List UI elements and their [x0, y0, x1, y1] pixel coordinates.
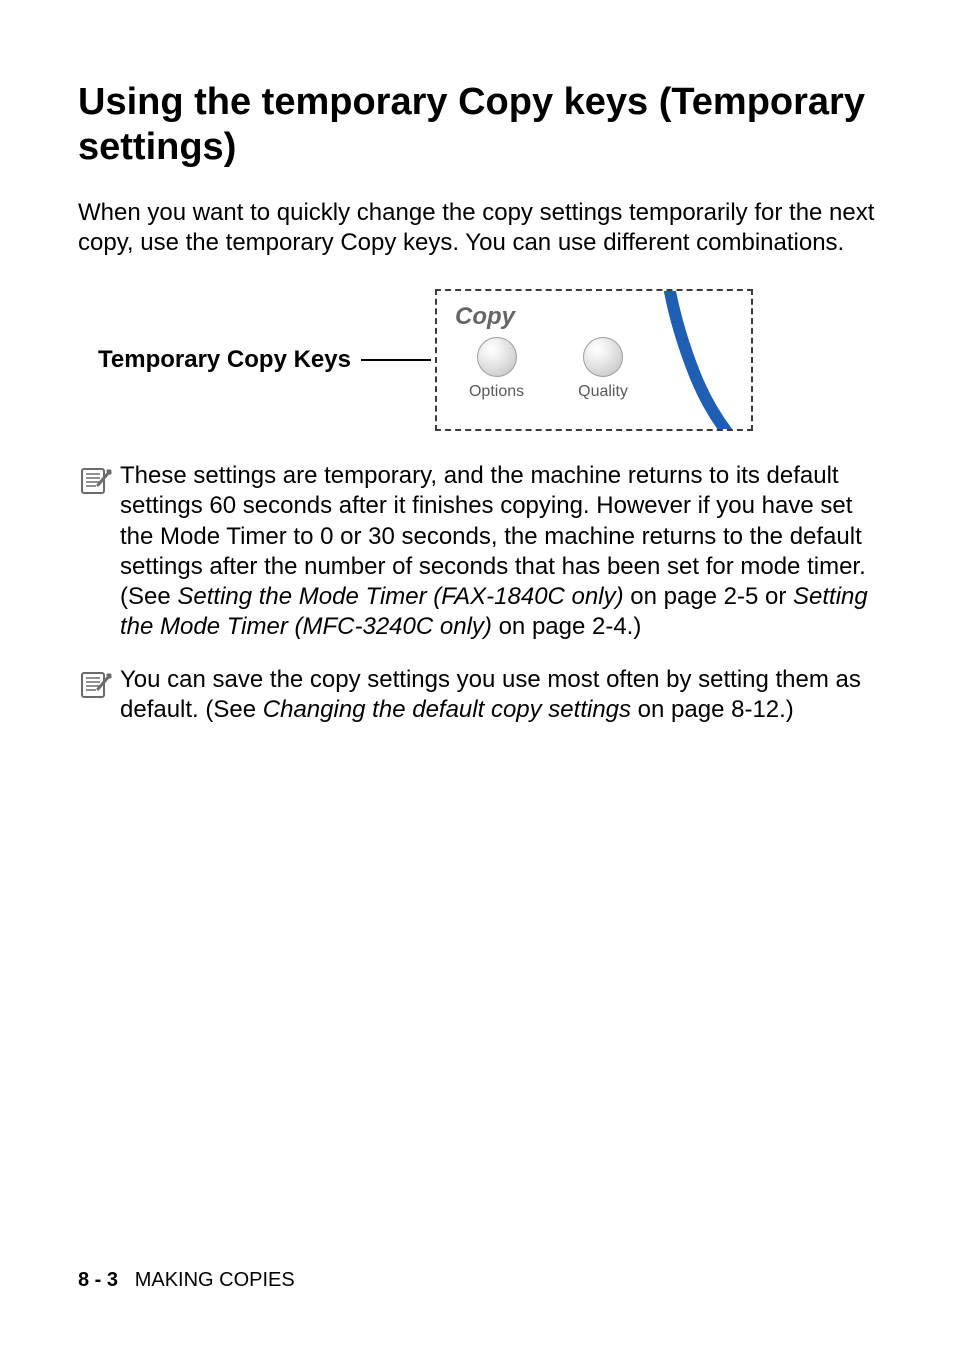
section-heading: Using the temporary Copy keys (Temporary…: [78, 80, 876, 170]
copy-panel: Copy Options Quality: [435, 289, 753, 431]
note-1: These settings are temporary, and the ma…: [78, 461, 876, 642]
page-number: 8 - 3: [78, 1269, 118, 1291]
quality-button-label: Quality: [578, 383, 628, 401]
options-button-label: Options: [469, 383, 524, 401]
note-2-text: You can save the copy settings you use m…: [120, 665, 876, 725]
copy-panel-title: Copy: [455, 303, 741, 331]
section-name: MAKING COPIES: [135, 1269, 295, 1291]
temporary-copy-keys-figure: Temporary Copy Keys Copy Options Quality: [78, 289, 876, 431]
note-1-text: These settings are temporary, and the ma…: [120, 461, 876, 642]
intro-paragraph: When you want to quickly change the copy…: [78, 198, 876, 259]
page-footer: 8 - 3 MAKING COPIES: [78, 1269, 295, 1292]
note-2: You can save the copy settings you use m…: [78, 665, 876, 725]
quality-button: [583, 337, 623, 377]
note-icon: [78, 667, 120, 706]
options-button: [477, 337, 517, 377]
tck-label: Temporary Copy Keys: [98, 346, 351, 374]
note-icon: [78, 463, 120, 502]
pointer-line: [361, 359, 431, 361]
